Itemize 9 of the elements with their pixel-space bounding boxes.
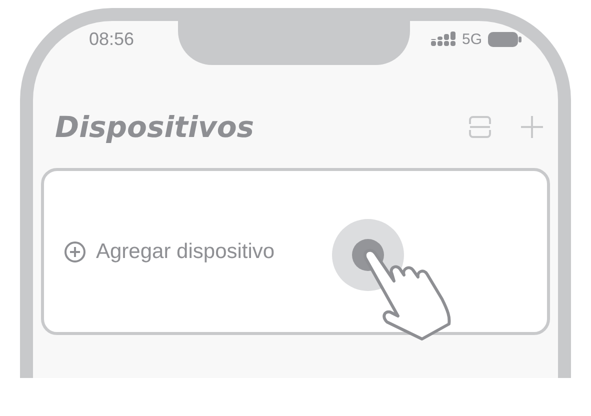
plus-icon[interactable] (520, 115, 544, 139)
status-time: 08:56 (89, 28, 134, 50)
plus-circle-icon (64, 240, 86, 262)
signal-icon (430, 30, 456, 48)
page-title: Dispositivos (55, 110, 254, 144)
network-label: 5G (462, 30, 482, 48)
add-device-button[interactable]: Agregar dispositivo (64, 240, 275, 264)
scan-icon[interactable] (468, 115, 492, 139)
battery-icon (488, 32, 522, 46)
